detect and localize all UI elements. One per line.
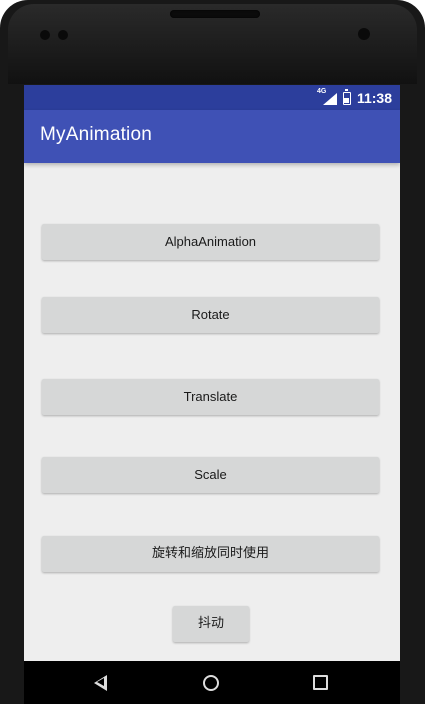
phone-device-frame: 4G 11:38 MyAnimation AlphaAnimation Rota… [0,0,425,704]
app-screen: 4G 11:38 MyAnimation AlphaAnimation Rota… [24,85,400,704]
nav-recent-apps-button[interactable] [290,661,350,704]
rotate-and-scale-button[interactable]: 旋转和缩放同时使用 [42,536,379,572]
light-sensor [58,30,68,40]
app-title: MyAnimation [40,124,153,145]
battery-icon [342,89,351,105]
signal-icon: 4G [317,88,337,105]
home-icon [203,674,219,691]
shake-button[interactable]: 抖动 [173,606,249,642]
alpha-animation-button[interactable]: AlphaAnimation [42,224,379,260]
scale-button[interactable]: Scale [42,457,379,493]
app-toolbar: MyAnimation [24,110,400,163]
navigation-bar [24,661,400,704]
nav-home-button[interactable] [181,661,241,704]
status-icons: 4G 11:38 [317,88,392,107]
nav-back-button[interactable] [70,661,130,704]
back-icon [93,674,107,691]
status-clock: 11:38 [356,90,392,106]
recent-apps-icon [312,675,328,690]
status-bar: 4G 11:38 [24,85,400,110]
translate-button[interactable]: Translate [42,379,379,415]
signal-strength-icon [322,93,337,105]
earpiece-speaker [170,10,260,18]
rotate-button[interactable]: Rotate [42,297,379,333]
front-camera [358,28,370,40]
main-content: AlphaAnimation Rotate Translate Scale 旋转… [24,163,400,663]
proximity-sensor [40,30,50,40]
